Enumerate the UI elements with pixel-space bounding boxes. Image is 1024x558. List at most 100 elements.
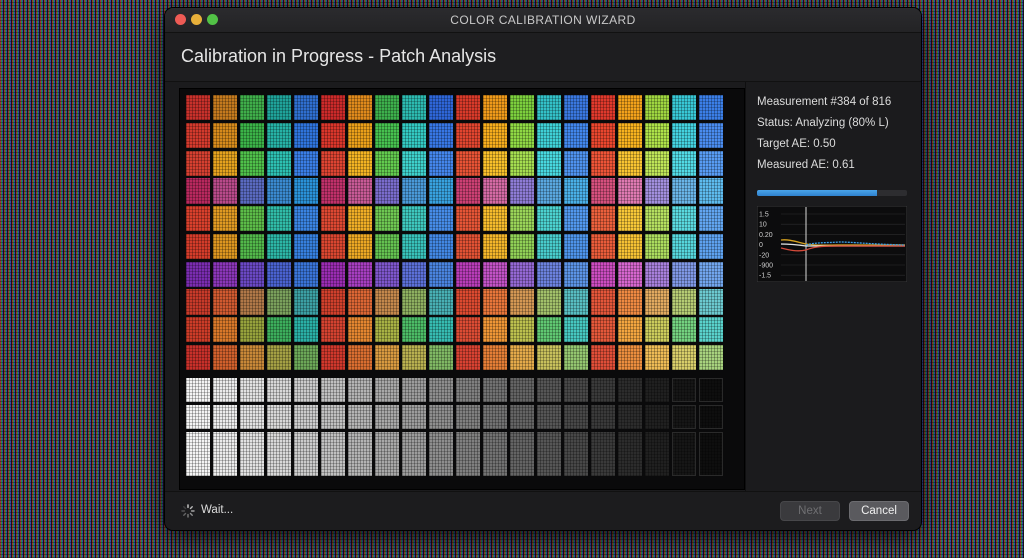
color-patch bbox=[428, 178, 454, 204]
gray-patch bbox=[239, 432, 265, 476]
gray-patch bbox=[509, 378, 535, 402]
color-patch bbox=[212, 95, 238, 121]
color-patch bbox=[644, 95, 670, 121]
color-patch bbox=[266, 289, 292, 315]
gray-patch bbox=[347, 405, 373, 429]
color-patch bbox=[482, 261, 508, 287]
color-patch bbox=[698, 289, 723, 315]
color-patch bbox=[186, 261, 211, 287]
gray-patch bbox=[428, 432, 454, 476]
color-patch bbox=[239, 122, 265, 148]
color-patch bbox=[401, 345, 427, 371]
cancel-button[interactable]: Cancel bbox=[849, 501, 909, 521]
color-patch bbox=[617, 233, 643, 260]
color-patch bbox=[455, 261, 481, 287]
color-patch bbox=[590, 289, 616, 315]
color-patch bbox=[347, 345, 373, 371]
color-patch bbox=[347, 261, 373, 287]
color-patch bbox=[482, 150, 508, 176]
color-patch bbox=[239, 95, 265, 121]
color-patch bbox=[509, 206, 535, 232]
gray-patch bbox=[482, 405, 508, 429]
color-patch bbox=[644, 289, 670, 315]
gray-patch bbox=[239, 405, 265, 429]
color-patch bbox=[186, 289, 211, 315]
color-patch bbox=[617, 178, 643, 204]
color-patch bbox=[428, 345, 454, 371]
color-patch bbox=[347, 289, 373, 315]
gray-patch bbox=[374, 378, 400, 402]
delta-e-graph: 1.5 10 0.20 0 -20 -900 -1.5 bbox=[757, 206, 907, 282]
color-patch bbox=[482, 206, 508, 232]
color-patch bbox=[239, 233, 265, 260]
gray-patch bbox=[644, 405, 670, 429]
color-patch bbox=[212, 233, 238, 260]
gray-patch bbox=[374, 405, 400, 429]
color-patch bbox=[239, 289, 265, 315]
color-patch bbox=[617, 289, 643, 315]
next-button[interactable]: Next bbox=[780, 501, 840, 521]
color-patch bbox=[509, 345, 535, 371]
color-patch bbox=[374, 289, 400, 315]
color-patch bbox=[186, 95, 211, 121]
color-patch bbox=[428, 261, 454, 287]
color-patch bbox=[536, 178, 562, 204]
color-patch bbox=[644, 345, 670, 371]
gray-patch bbox=[617, 405, 643, 429]
color-patch bbox=[671, 289, 697, 315]
gray-patch bbox=[428, 405, 454, 429]
color-patch bbox=[455, 178, 481, 204]
color-patch bbox=[293, 150, 319, 176]
color-patch bbox=[401, 178, 427, 204]
color-patch bbox=[509, 261, 535, 287]
color-patch bbox=[482, 345, 508, 371]
color-patch bbox=[401, 206, 427, 232]
wait-label: Wait... bbox=[201, 504, 234, 516]
color-patch bbox=[509, 122, 535, 148]
color-patch bbox=[347, 122, 373, 148]
color-patch bbox=[482, 95, 508, 121]
color-patch bbox=[671, 261, 697, 287]
wizard-header: Calibration in Progress - Patch Analysis bbox=[165, 33, 921, 82]
color-patch bbox=[428, 150, 454, 176]
color-patch bbox=[698, 150, 723, 176]
color-patch bbox=[266, 317, 292, 343]
color-patch bbox=[536, 317, 562, 343]
gray-patch bbox=[455, 378, 481, 402]
measurement-counter: Measurement #384 of 816 bbox=[757, 96, 892, 108]
graph-y-label: -900 bbox=[759, 263, 773, 270]
color-patch bbox=[239, 317, 265, 343]
color-patch bbox=[320, 95, 346, 121]
color-patch bbox=[644, 178, 670, 204]
color-patch bbox=[212, 206, 238, 232]
color-patch bbox=[563, 317, 589, 343]
color-patch bbox=[509, 178, 535, 204]
color-patch bbox=[266, 261, 292, 287]
gray-patch bbox=[347, 378, 373, 402]
color-patch bbox=[644, 317, 670, 343]
color-patch bbox=[266, 95, 292, 121]
color-patch bbox=[428, 122, 454, 148]
gray-patch bbox=[266, 405, 292, 429]
color-patch bbox=[482, 317, 508, 343]
gray-patch bbox=[536, 405, 562, 429]
color-patch bbox=[536, 261, 562, 287]
gray-patch bbox=[671, 432, 697, 476]
color-patch bbox=[347, 233, 373, 260]
color-patch bbox=[455, 345, 481, 371]
color-patch bbox=[401, 95, 427, 121]
gray-patch bbox=[698, 405, 723, 429]
color-patch bbox=[617, 95, 643, 121]
color-patch bbox=[374, 345, 400, 371]
color-patch bbox=[671, 317, 697, 343]
color-patch bbox=[590, 178, 616, 204]
color-patch bbox=[186, 345, 211, 371]
color-patch bbox=[320, 345, 346, 371]
color-patch bbox=[590, 233, 616, 260]
color-patch bbox=[644, 233, 670, 260]
color-patch bbox=[644, 150, 670, 176]
color-patch bbox=[698, 317, 723, 343]
measurement-progress-bar bbox=[757, 190, 907, 196]
color-patch bbox=[347, 317, 373, 343]
color-patch bbox=[482, 233, 508, 260]
